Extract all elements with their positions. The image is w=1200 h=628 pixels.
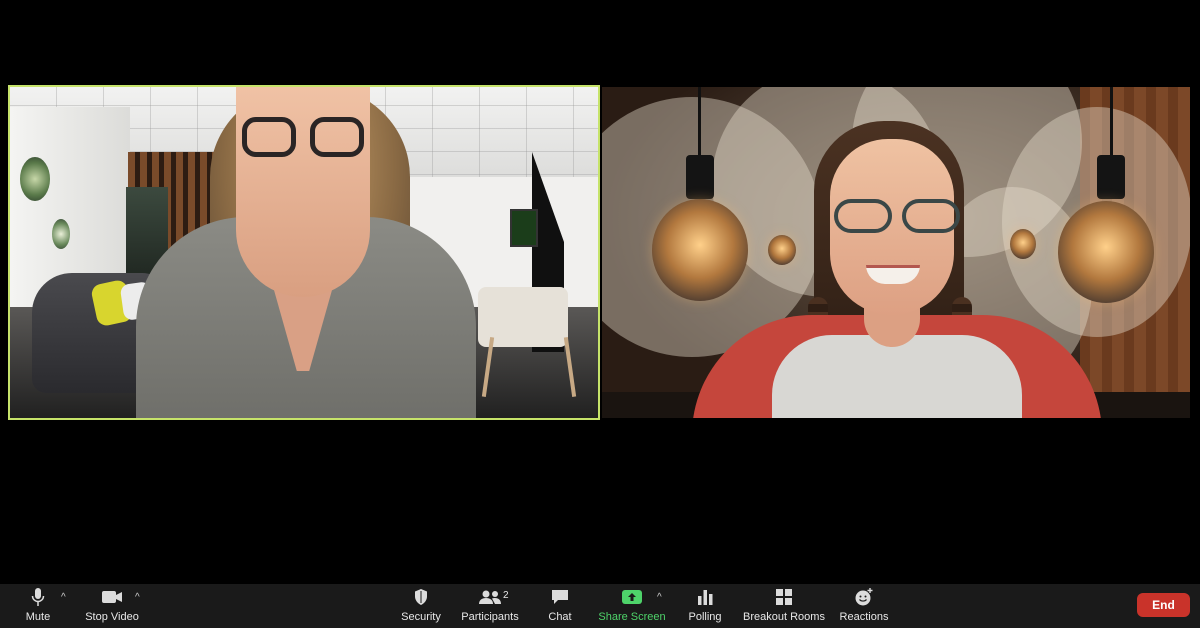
- breakout-rooms-button[interactable]: Breakout Rooms: [743, 584, 825, 628]
- participants-label: Participants: [461, 611, 519, 623]
- mute-button[interactable]: Mute: [20, 584, 56, 628]
- bar-chart-icon: [696, 584, 714, 610]
- share-screen-button[interactable]: Share Screen: [598, 584, 666, 628]
- polling-label: Polling: [688, 611, 722, 623]
- end-meeting-button[interactable]: End: [1137, 593, 1190, 617]
- participant-count: 2: [503, 590, 509, 601]
- reactions-label: Reactions: [839, 611, 889, 623]
- share-screen-icon: [621, 584, 643, 610]
- video-tile-participant[interactable]: [602, 87, 1190, 418]
- breakout-rooms-label: Breakout Rooms: [743, 611, 825, 623]
- video-camera-icon: [101, 584, 123, 610]
- people-icon: [478, 584, 502, 610]
- stop-video-button[interactable]: Stop Video: [82, 584, 142, 628]
- share-screen-label: Share Screen: [598, 611, 666, 623]
- stop-video-label: Stop Video: [85, 611, 139, 623]
- chat-label: Chat: [548, 611, 572, 623]
- video-options-chevron-up-icon[interactable]: ^: [135, 592, 140, 603]
- video-tile-active-speaker[interactable]: [8, 85, 600, 420]
- chat-bubble-icon: [550, 584, 570, 610]
- mute-options-chevron-up-icon[interactable]: ^: [61, 592, 66, 603]
- security-label: Security: [401, 611, 441, 623]
- meeting-toolbar: Mute ^ Stop Video ^ Security Participant…: [0, 584, 1200, 628]
- microphone-icon: [31, 584, 45, 610]
- grid-icon: [775, 584, 793, 610]
- reactions-button[interactable]: Reactions: [839, 584, 889, 628]
- mute-label: Mute: [25, 611, 51, 623]
- chat-button[interactable]: Chat: [545, 584, 575, 628]
- polling-button[interactable]: Polling: [686, 584, 724, 628]
- participant-video-feed: [10, 87, 598, 418]
- smiley-add-icon: [854, 584, 874, 610]
- participants-button[interactable]: Participants: [460, 584, 520, 628]
- shield-icon: [413, 584, 429, 610]
- security-button[interactable]: Security: [400, 584, 442, 628]
- share-options-chevron-up-icon[interactable]: ^: [657, 592, 662, 603]
